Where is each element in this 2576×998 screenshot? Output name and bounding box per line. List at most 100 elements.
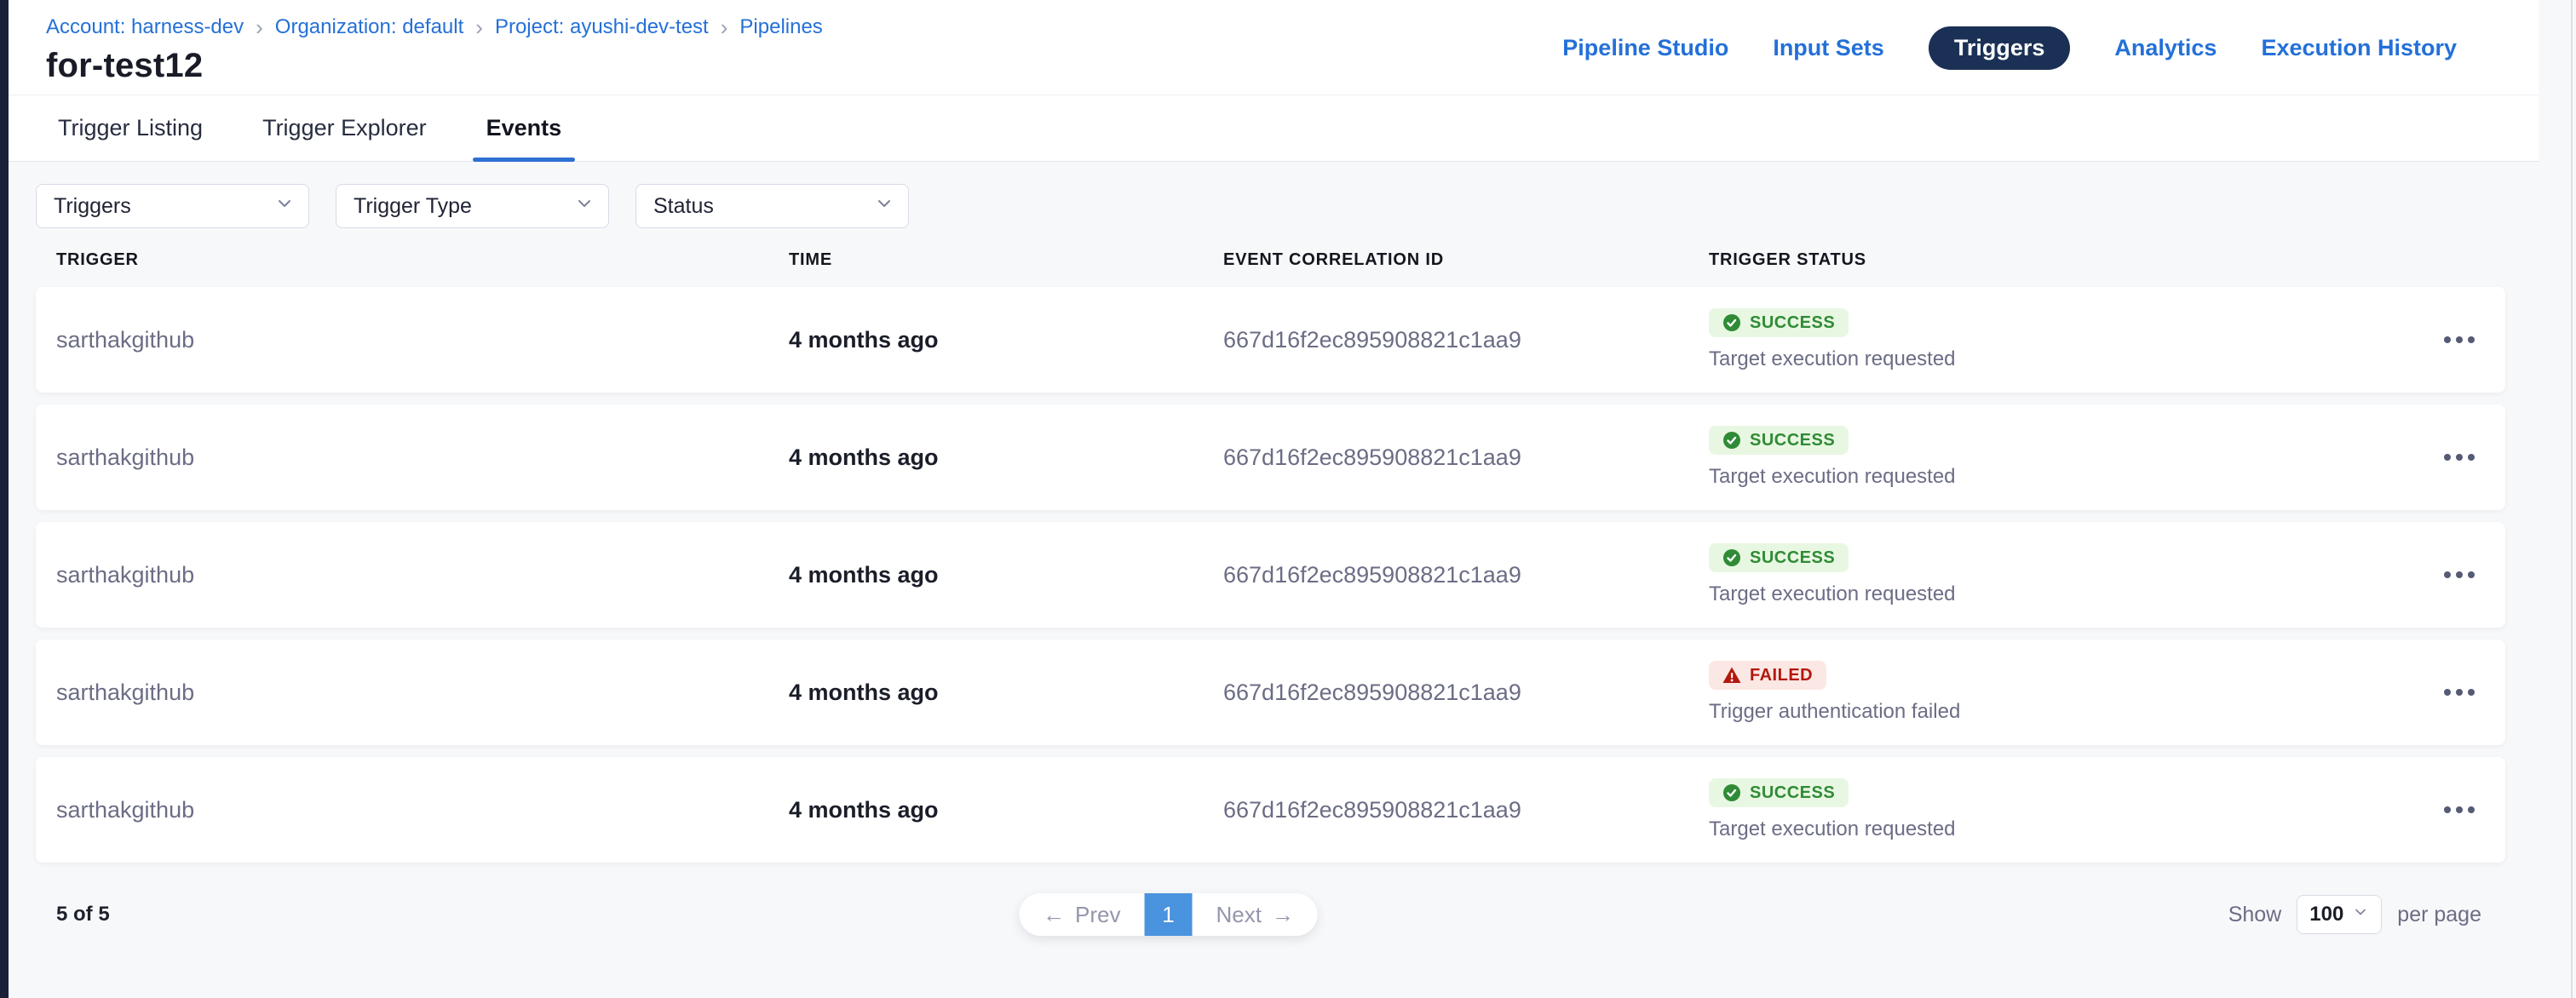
row-menu-button[interactable] xyxy=(2435,674,2483,711)
trigger-name: sarthakgithub xyxy=(56,797,789,823)
trigger-name: sarthakgithub xyxy=(56,562,789,588)
status-label: SUCCESS xyxy=(1750,548,1835,568)
scrollbar-track[interactable] xyxy=(2571,0,2573,998)
trigger-status-cell: SUCCESS Target execution requested xyxy=(1709,778,2434,841)
status-badge: SUCCESS xyxy=(1709,308,1849,337)
nav-link-pipeline-studio[interactable]: Pipeline Studio xyxy=(1562,35,1728,61)
pipeline-top-nav: Pipeline Studio Input Sets Triggers Anal… xyxy=(1562,0,2457,95)
status-badge: SUCCESS xyxy=(1709,426,1849,455)
breadcrumb-separator-icon: › xyxy=(475,16,483,38)
event-correlation-id: 667d16f2ec895908821c1aa9 xyxy=(1223,327,1709,353)
status-label: SUCCESS xyxy=(1750,313,1835,333)
breadcrumb-separator-icon: › xyxy=(721,16,728,38)
status-label: SUCCESS xyxy=(1750,783,1835,803)
triggers-filter-dropdown[interactable]: Triggers xyxy=(36,184,309,228)
column-header-correlation-id: EVENT CORRELATION ID xyxy=(1223,250,1709,270)
nav-link-input-sets[interactable]: Input Sets xyxy=(1773,35,1884,61)
page-size-value: 100 xyxy=(2309,903,2343,926)
status-label: SUCCESS xyxy=(1750,431,1835,450)
status-message: Target execution requested xyxy=(1709,817,2434,841)
event-time: 4 months ago xyxy=(789,680,1223,706)
table-header-row: TRIGGER TIME EVENT CORRELATION ID TRIGGE… xyxy=(36,250,2505,270)
status-label: FAILED xyxy=(1750,666,1813,685)
check-circle-icon xyxy=(1722,431,1741,450)
event-time: 4 months ago xyxy=(789,445,1223,471)
status-badge: SUCCESS xyxy=(1709,543,1849,572)
table-row[interactable]: sarthakgithub 4 months ago 667d16f2ec895… xyxy=(36,522,2505,628)
pagination: ← Prev 1 Next → xyxy=(1019,893,1318,936)
next-page-button[interactable]: Next → xyxy=(1193,893,1318,936)
status-filter-dropdown[interactable]: Status xyxy=(635,184,909,228)
column-header-trigger-status: TRIGGER STATUS xyxy=(1709,250,2434,270)
trigger-name: sarthakgithub xyxy=(56,327,789,353)
event-correlation-id: 667d16f2ec895908821c1aa9 xyxy=(1223,445,1709,471)
arrow-right-icon: → xyxy=(1272,902,1294,928)
column-header-time: TIME xyxy=(789,250,1223,270)
row-menu-button[interactable] xyxy=(2435,556,2483,594)
status-badge: FAILED xyxy=(1709,661,1826,690)
page-size-control: Show 100 per page xyxy=(2228,895,2481,934)
row-menu-button[interactable] xyxy=(2435,321,2483,358)
trigger-name: sarthakgithub xyxy=(56,445,789,471)
filters-row: Triggers Trigger Type Status xyxy=(36,184,2505,228)
breadcrumb-project[interactable]: Project: ayushi-dev-test xyxy=(495,15,709,39)
trigger-name: sarthakgithub xyxy=(56,680,789,706)
table-row[interactable]: sarthakgithub 4 months ago 667d16f2ec895… xyxy=(36,287,2505,393)
status-message: Trigger authentication failed xyxy=(1709,700,2434,724)
chevron-down-icon xyxy=(574,193,595,220)
nav-link-analytics[interactable]: Analytics xyxy=(2114,35,2217,61)
breadcrumb-separator-icon: › xyxy=(256,16,263,38)
collapsed-sidebar-rail[interactable] xyxy=(0,0,9,998)
page-size-select[interactable]: 100 xyxy=(2297,895,2382,934)
chevron-down-icon xyxy=(274,193,295,220)
event-correlation-id: 667d16f2ec895908821c1aa9 xyxy=(1223,797,1709,823)
next-label: Next xyxy=(1216,902,1262,928)
breadcrumb-pipelines[interactable]: Pipelines xyxy=(739,15,822,39)
tab-trigger-listing[interactable]: Trigger Listing xyxy=(56,95,204,161)
chevron-down-icon xyxy=(874,193,894,220)
triggers-filter-label: Triggers xyxy=(54,194,131,219)
event-correlation-id: 667d16f2ec895908821c1aa9 xyxy=(1223,680,1709,706)
check-circle-icon xyxy=(1722,548,1741,567)
breadcrumb-account[interactable]: Account: harness-dev xyxy=(46,15,244,39)
per-page-label: per page xyxy=(2397,903,2481,927)
status-badge: SUCCESS xyxy=(1709,778,1849,807)
events-content: Triggers Trigger Type Status TRIGGER TIM… xyxy=(36,184,2505,936)
tab-bar: Trigger Listing Trigger Explorer Events xyxy=(9,95,2539,162)
events-table-body: sarthakgithub 4 months ago 667d16f2ec895… xyxy=(36,287,2505,863)
event-time: 4 months ago xyxy=(789,562,1223,588)
status-message: Target execution requested xyxy=(1709,465,2434,489)
prev-page-button[interactable]: ← Prev xyxy=(1019,893,1144,936)
row-menu-button[interactable] xyxy=(2435,791,2483,829)
trigger-status-cell: SUCCESS Target execution requested xyxy=(1709,543,2434,606)
trigger-type-filter-label: Trigger Type xyxy=(354,194,472,219)
table-row[interactable]: sarthakgithub 4 months ago 667d16f2ec895… xyxy=(36,757,2505,863)
tab-trigger-explorer[interactable]: Trigger Explorer xyxy=(261,95,428,161)
prev-label: Prev xyxy=(1075,902,1120,928)
event-time: 4 months ago xyxy=(789,797,1223,823)
nav-link-triggers-active[interactable]: Triggers xyxy=(1929,26,2071,70)
tab-events[interactable]: Events xyxy=(485,95,564,161)
arrow-left-icon: ← xyxy=(1043,902,1065,928)
warning-triangle-icon xyxy=(1722,666,1741,685)
event-time: 4 months ago xyxy=(789,327,1223,353)
page-header: Account: harness-dev › Organization: def… xyxy=(9,0,2539,95)
table-footer: 5 of 5 ← Prev 1 Next → Show 100 per pa xyxy=(36,893,2505,936)
nav-link-execution-history[interactable]: Execution History xyxy=(2261,35,2457,61)
status-message: Target execution requested xyxy=(1709,582,2434,606)
column-header-trigger: TRIGGER xyxy=(56,250,789,270)
current-page-button[interactable]: 1 xyxy=(1145,893,1193,936)
status-filter-label: Status xyxy=(653,194,714,219)
trigger-status-cell: SUCCESS Target execution requested xyxy=(1709,426,2434,489)
table-row[interactable]: sarthakgithub 4 months ago 667d16f2ec895… xyxy=(36,404,2505,510)
breadcrumb-organization[interactable]: Organization: default xyxy=(275,15,463,39)
check-circle-icon xyxy=(1722,783,1741,802)
trigger-status-cell: SUCCESS Target execution requested xyxy=(1709,308,2434,371)
trigger-type-filter-dropdown[interactable]: Trigger Type xyxy=(336,184,609,228)
show-label: Show xyxy=(2228,903,2282,927)
status-message: Target execution requested xyxy=(1709,347,2434,371)
event-correlation-id: 667d16f2ec895908821c1aa9 xyxy=(1223,562,1709,588)
row-menu-button[interactable] xyxy=(2435,439,2483,476)
table-row[interactable]: sarthakgithub 4 months ago 667d16f2ec895… xyxy=(36,640,2505,745)
chevron-down-icon xyxy=(2352,903,2369,926)
